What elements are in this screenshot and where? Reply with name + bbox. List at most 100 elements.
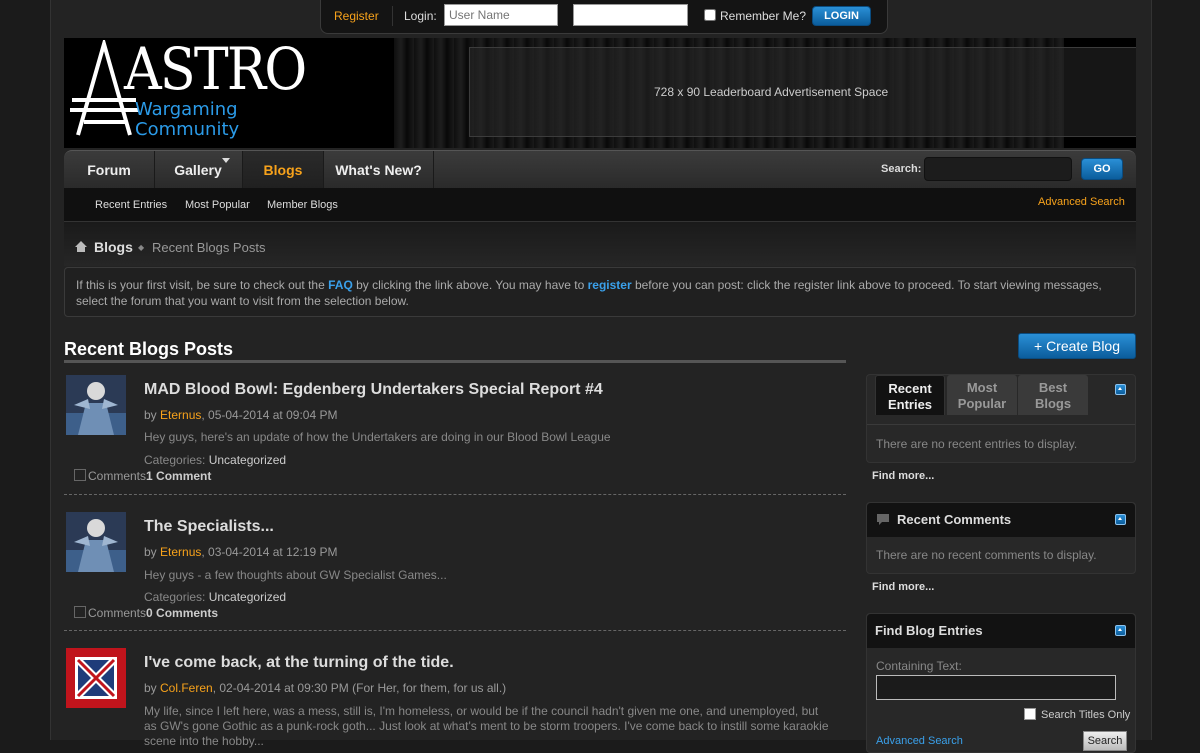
entry-title[interactable]: MAD Blood Bowl: Egdenberg Undertakers Sp… <box>144 381 603 399</box>
site-header: ASTRO Wargaming Community 728 x 90 Leade… <box>64 38 1136 148</box>
collapse-icon[interactable] <box>1115 625 1126 636</box>
author-link[interactable]: Col.Feren <box>160 681 213 695</box>
avatar[interactable] <box>66 648 126 708</box>
login-label: Login: <box>404 9 437 23</box>
categories-label: Categories: <box>144 590 209 604</box>
list-item: MAD Blood Bowl: Egdenberg Undertakers Sp… <box>64 375 846 495</box>
categories-label: Categories: <box>144 453 209 467</box>
tab-gallery-label: Gallery <box>174 162 222 178</box>
comment-icon <box>877 514 889 525</box>
tab-blogs-label: Blogs <box>263 162 303 178</box>
advanced-search-link[interactable]: Advanced Search <box>1038 196 1125 208</box>
login-button[interactable]: LOGIN <box>812 6 871 26</box>
notice-register-link[interactable]: register <box>588 278 632 292</box>
entry-meta: by Eternus, 03-04-2014 at 12:19 PM <box>144 545 337 559</box>
leaderboard-ad[interactable]: 728 x 90 Leaderboard Advertisement Space <box>469 47 1136 137</box>
search-titles-label: Search Titles Only <box>1041 709 1131 721</box>
tab-whats-new[interactable]: What's New? <box>324 151 434 189</box>
broken-image-icon <box>74 606 86 618</box>
breadcrumb-blogs[interactable]: Blogs <box>94 239 133 255</box>
search-titles-checkbox[interactable] <box>1024 708 1036 720</box>
collapse-icon[interactable] <box>1115 514 1126 525</box>
tab-label-line: Recent <box>888 381 932 396</box>
find-blog-entries-box: Find Blog Entries Containing Text: Searc… <box>866 613 1136 753</box>
logo-subtitle-line2: Community <box>135 119 240 140</box>
tab-whats-new-label: What's New? <box>335 162 422 178</box>
notice-text: If this is your first visit, be sure to … <box>76 278 329 292</box>
tab-label-line: Entries <box>887 397 933 412</box>
tab-forum[interactable]: Forum <box>64 151 155 189</box>
faq-link[interactable]: FAQ <box>328 278 353 292</box>
find-more-link[interactable]: Find more... <box>872 470 934 482</box>
entry-comments: Comments0 Comments <box>74 606 218 620</box>
box-title: Find Blog Entries <box>875 623 983 638</box>
logo-subtitle: Wargaming Community <box>135 100 239 140</box>
box-title: Recent Comments <box>897 512 1012 527</box>
password-input[interactable] <box>573 4 688 26</box>
search-go-button[interactable]: GO <box>1081 158 1123 180</box>
entry-by: by <box>144 545 161 559</box>
collapse-icon[interactable] <box>1115 384 1126 395</box>
entry-meta: by Eternus, 05-04-2014 at 09:04 PM <box>144 408 337 422</box>
author-link[interactable]: Eternus <box>160 545 201 559</box>
chevron-down-icon[interactable] <box>222 158 230 163</box>
recent-entries-link[interactable]: Recent Entries <box>95 199 167 211</box>
blog-entries-box: Recent Entries Most Popular Best Blogs Ther… <box>866 374 1136 463</box>
entry-excerpt: Hey guys - a few thoughts about GW Speci… <box>144 568 447 582</box>
entry-comments: Comments1 Comment <box>74 469 211 483</box>
tab-forum-label: Forum <box>87 162 131 178</box>
remember-me-label: Remember Me? <box>720 9 807 23</box>
category-link[interactable]: Uncategorized <box>209 453 286 467</box>
tab-recent-entries[interactable]: Recent Entries <box>875 375 945 415</box>
entry-categories: Categories: Uncategorized <box>144 453 286 467</box>
avatar[interactable] <box>66 375 126 435</box>
tab-label-line: Popular <box>957 396 1007 411</box>
login-bar: Register Login: Remember Me? LOGIN <box>320 0 888 34</box>
entry-divider <box>64 494 846 495</box>
breadcrumb: Blogs ◆ Recent Blogs Posts <box>64 222 1136 266</box>
list-item: The Specialists... by Eternus, 03-04-201… <box>64 512 846 632</box>
tab-blogs[interactable]: Blogs <box>243 151 324 189</box>
entry-date: , 05-04-2014 at 09:04 PM <box>201 408 338 422</box>
register-link[interactable]: Register <box>334 9 379 23</box>
create-blog-button[interactable]: + Create Blog <box>1018 333 1136 359</box>
search-input[interactable] <box>924 157 1072 181</box>
advanced-search-link[interactable]: Advanced Search <box>876 735 963 747</box>
page-title: Recent Blogs Posts <box>64 339 234 359</box>
logo-title: ASTRO <box>124 38 307 103</box>
avatar[interactable] <box>66 512 126 572</box>
username-input[interactable] <box>444 4 558 26</box>
comments-link[interactable]: 0 Comments <box>146 606 218 620</box>
entry-title[interactable]: I've come back, at the turning of the ti… <box>144 654 454 672</box>
tab-most-popular[interactable]: Most Popular <box>947 375 1017 415</box>
entry-divider <box>64 630 846 631</box>
notice-text: by clicking the link above. You may have… <box>352 278 588 292</box>
divider <box>392 6 393 26</box>
sub-nav: Recent Entries Most Popular Member Blogs… <box>64 188 1136 222</box>
empty-message: There are no recent entries to display. <box>876 437 1078 451</box>
tab-gallery[interactable]: Gallery <box>154 151 243 189</box>
entry-title[interactable]: The Specialists... <box>144 518 274 536</box>
search-label: Search: <box>881 163 922 175</box>
comments-link[interactable]: 1 Comment <box>146 469 211 483</box>
member-blogs-link[interactable]: Member Blogs <box>267 199 338 211</box>
find-more-link[interactable]: Find more... <box>872 581 934 593</box>
remember-me-checkbox[interactable] <box>704 9 716 21</box>
empty-message: There are no recent comments to display. <box>876 548 1097 562</box>
most-popular-link[interactable]: Most Popular <box>185 199 250 211</box>
comments-alt-text: Comments <box>88 469 147 483</box>
broken-image-icon <box>74 469 86 481</box>
home-icon[interactable] <box>75 241 87 252</box>
containing-text-input[interactable] <box>876 675 1116 700</box>
category-link[interactable]: Uncategorized <box>209 590 286 604</box>
logo-subtitle-line1: Wargaming <box>135 99 238 120</box>
search-button[interactable]: Search <box>1083 731 1127 751</box>
title-divider <box>64 360 846 363</box>
tab-label-line: Best <box>1038 380 1068 395</box>
entry-meta: by Col.Feren, 02-04-2014 at 09:30 PM (Fo… <box>144 681 506 695</box>
list-item: I've come back, at the turning of the ti… <box>64 648 846 748</box>
author-link[interactable]: Eternus <box>160 408 201 422</box>
comments-alt-text: Comments <box>88 606 147 620</box>
tab-divider <box>867 424 1135 425</box>
tab-best-blogs[interactable]: Best Blogs <box>1018 375 1088 415</box>
